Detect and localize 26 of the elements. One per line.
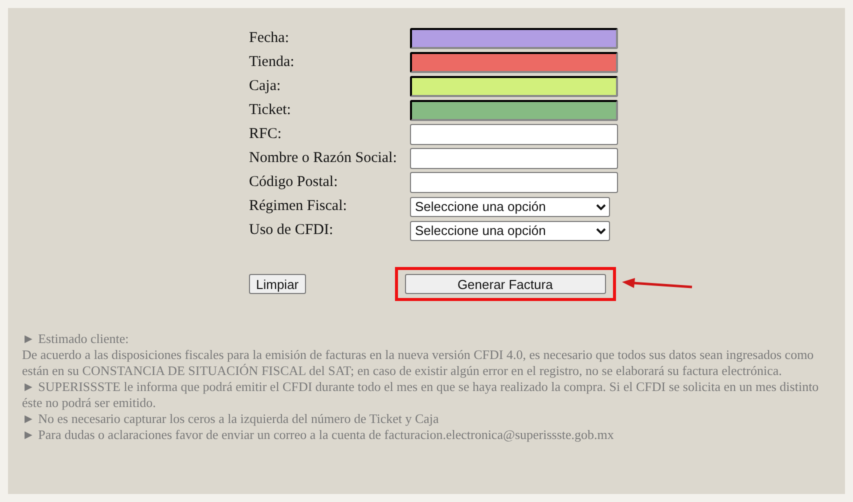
select-field[interactable]: Seleccione una opción [410,220,610,240]
notice-text: ► No es necesario capturar los ceros a la izquierda del número de Ticket y Caja [22,411,440,427]
notice-text: ► Estimado cliente: [22,331,130,347]
field-label: Código Postal: [249,173,339,192]
select-field[interactable]: Seleccione una opción [410,196,610,216]
field-label: Caja: [249,77,282,96]
input-field[interactable] [410,172,618,193]
field-label: Régimen Fiscal: [249,197,348,216]
arrow-icon [622,278,694,290]
clear-button[interactable]: Limpiar [249,274,306,294]
input-field[interactable] [410,52,618,73]
field-label: Uso de CFDI: [249,221,334,240]
input-field[interactable] [410,148,618,169]
notice-text: De acuerdo a las disposiciones fiscales para la emisión de facturas en la nueva versión CFDI 4.0, es necesario que todos sus datos sean ingresados como están en su CONSTANCIA DE SITUACIÓN FISCAL del SAT; en caso de existir algún error en el registro, no se elaborará su factura electrónica. [22,347,815,379]
input-field[interactable] [410,100,618,121]
generate-invoice-button[interactable]: Generar Factura [404,274,606,294]
field-label: Ticket: [249,101,292,120]
input-field[interactable] [410,124,618,145]
field-label: Fecha: [249,29,290,48]
field-label: Nombre o Razón Social: [249,149,398,168]
notice-text: ► SUPERISSSTE le informa que podrá emitir el CFDI durante todo el mes en que se haya realizado la compra. Si el CFDI se solicita en un mes distinto éste no podrá ser emitido. [22,379,820,411]
input-field[interactable] [410,28,618,49]
field-label: RFC: [249,125,283,144]
input-field[interactable] [410,76,618,97]
field-label: Tienda: [249,53,296,72]
notice-text: ► Para dudas o aclaraciones favor de enviar un correo a la cuenta de facturacion.electronica@superissste.gob.mx [22,427,615,443]
